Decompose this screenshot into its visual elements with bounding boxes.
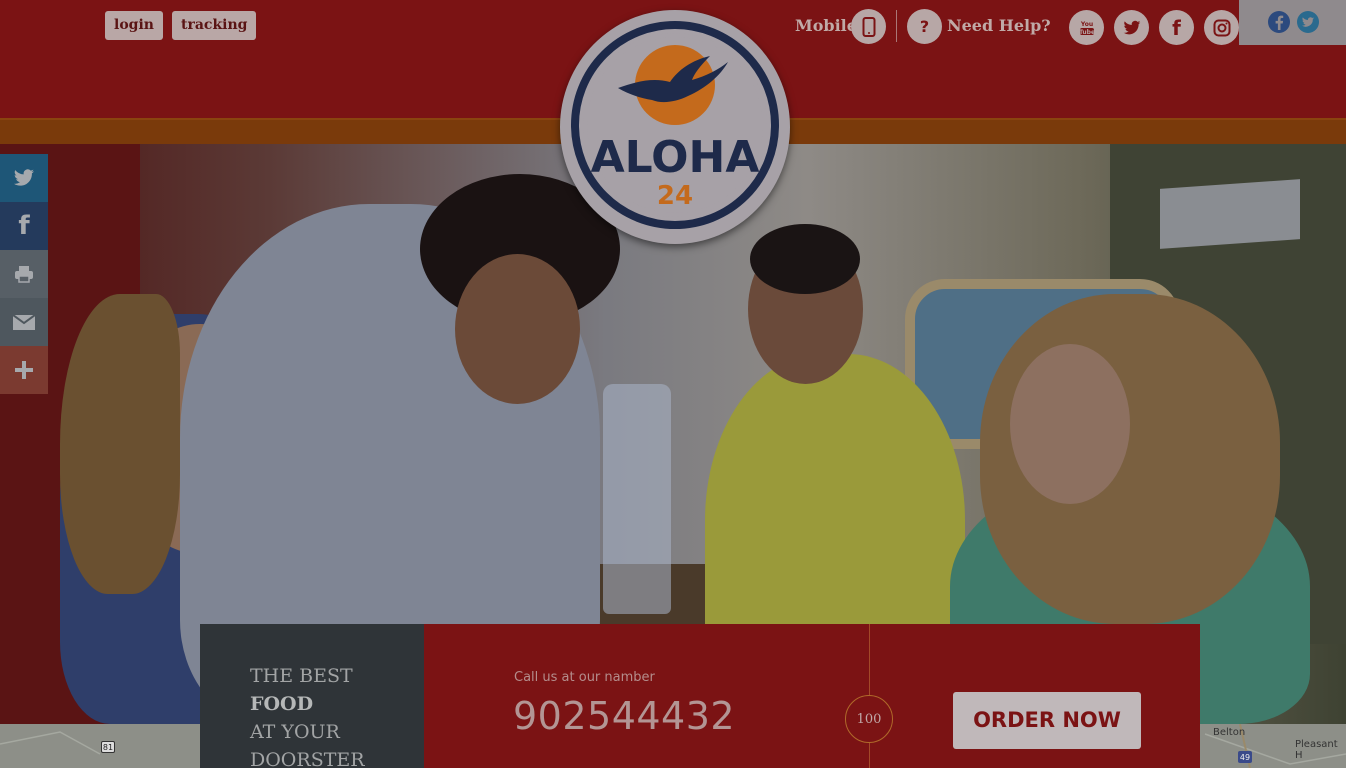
tagline-line3: AT YOUR [250,721,340,743]
share-email-button[interactable] [0,298,48,346]
email-icon [13,314,35,330]
plus-icon [15,361,33,379]
cta-badge: 100 [845,695,893,743]
svg-text:You: You [1079,21,1092,28]
tagline-line1: THE BEST [250,665,353,687]
call-us-label: Call us at our namber [514,670,655,685]
share-twitter-button[interactable] [0,154,48,202]
map-highway-shield-81: 81 [101,741,115,753]
order-now-button[interactable]: ORDER NOW [953,692,1141,749]
map-label-belton: Belton [1213,727,1246,738]
corner-twitter-icon[interactable] [1296,10,1320,34]
phone-number[interactable]: 902544432 [513,694,735,738]
svg-text:Tube: Tube [1078,29,1094,36]
help-link[interactable]: Need Help? [947,14,1051,38]
help-icon[interactable]: ? [907,9,942,44]
map-label-pleasant: Pleasant H [1295,739,1338,761]
print-icon [15,266,33,283]
instagram-icon[interactable] [1204,10,1239,45]
mobile-phone-icon[interactable] [851,9,886,44]
share-facebook-button[interactable]: f [0,202,48,250]
tagline-line2: FOOD [250,693,314,715]
mobile-link[interactable]: Mobile [795,14,857,38]
facebook-icon: f [18,211,30,241]
login-button[interactable]: login [105,11,163,40]
logo-wordmark: ALOHA [591,132,760,183]
facebook-icon[interactable]: f [1159,10,1194,45]
header-divider [896,10,897,42]
logo-number: 24 [657,181,693,211]
share-more-button[interactable] [0,346,48,394]
tagline: THE BEST FOOD AT YOUR DOORSTER [250,662,365,768]
youtube-icon[interactable]: You Tube [1069,10,1104,45]
corner-facebook-icon[interactable] [1267,10,1291,34]
aloha24-logo[interactable]: ALOHA 24 [560,10,790,244]
twitter-icon[interactable] [1114,10,1149,45]
map-highway-shield-49: 49 [1238,751,1252,763]
twitter-icon [13,169,34,186]
tracking-button[interactable]: tracking [172,11,257,40]
share-print-button[interactable] [0,250,48,298]
corner-social-panel [1239,0,1346,45]
tagline-line4: DOORSTER [250,749,365,768]
